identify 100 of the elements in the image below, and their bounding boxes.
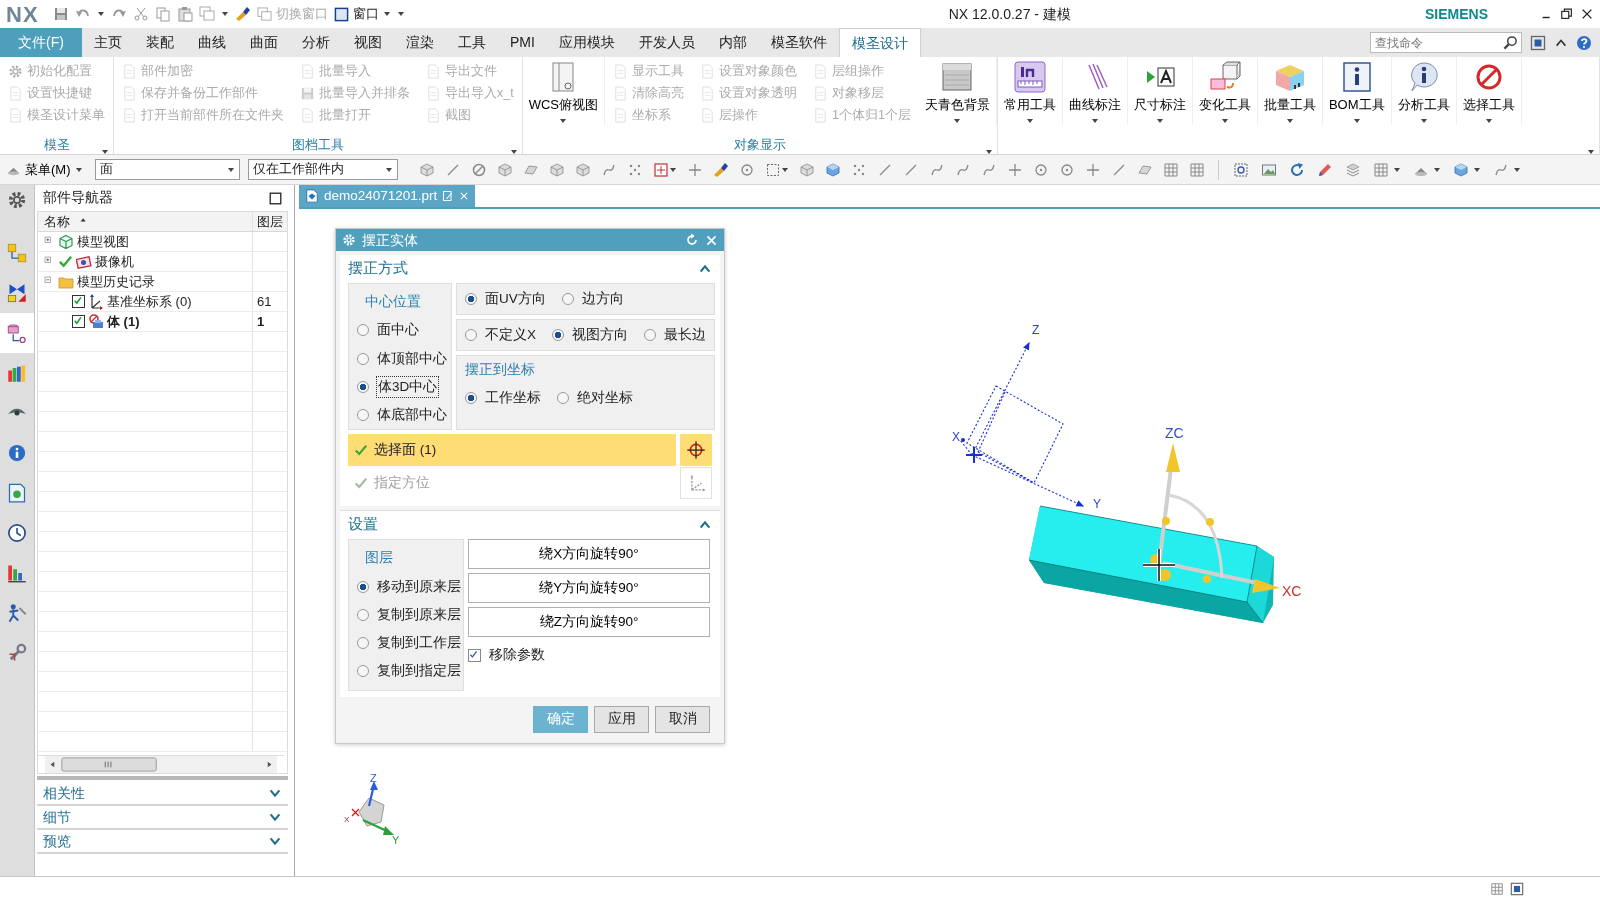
tree-item[interactable]: 基准坐标系 (0) bbox=[107, 291, 192, 312]
resource-tab[interactable] bbox=[0, 313, 34, 353]
checkbox[interactable] bbox=[72, 315, 85, 328]
dashed-square-icon[interactable] bbox=[764, 161, 781, 178]
cube-icon[interactable] bbox=[418, 161, 435, 178]
refresh-icon[interactable] bbox=[1288, 161, 1305, 178]
menu-tab[interactable]: 开发人员 bbox=[626, 28, 707, 57]
selection-step[interactable]: 选择面 (1) bbox=[348, 434, 676, 467]
circle-icon[interactable] bbox=[1058, 161, 1075, 178]
cube-icon[interactable] bbox=[574, 161, 591, 178]
save-icon[interactable] bbox=[300, 85, 315, 101]
radio-label[interactable]: 不定义X bbox=[485, 324, 536, 346]
caret-icon[interactable] bbox=[1512, 165, 1521, 174]
radio-button[interactable] bbox=[465, 293, 477, 305]
caret-icon[interactable] bbox=[1432, 165, 1441, 174]
radio-button[interactable] bbox=[552, 329, 564, 341]
radio-label[interactable]: 边方向 bbox=[581, 288, 624, 310]
radio-label[interactable]: 视图方向 bbox=[572, 324, 628, 346]
menu-tab[interactable]: 工具 bbox=[446, 28, 498, 57]
caret-icon[interactable] bbox=[220, 10, 229, 18]
snap-icon[interactable] bbox=[652, 161, 669, 178]
search-icon[interactable] bbox=[1503, 35, 1518, 50]
radio-button[interactable] bbox=[557, 392, 569, 405]
menu-tab[interactable]: 分析 bbox=[290, 28, 342, 57]
radio-button[interactable] bbox=[644, 329, 656, 341]
radio-button[interactable] bbox=[357, 380, 369, 393]
cube-icon[interactable] bbox=[824, 161, 841, 178]
ribbon-button[interactable]: 变化工具 bbox=[1192, 57, 1258, 125]
radio-button[interactable] bbox=[465, 392, 477, 405]
section-title[interactable]: 设置 bbox=[348, 514, 378, 537]
menu-tab[interactable]: 主页 bbox=[82, 28, 134, 57]
section-title[interactable]: 摆正方式 bbox=[348, 258, 408, 280]
caret-icon[interactable] bbox=[1392, 165, 1401, 174]
cube-icon[interactable] bbox=[548, 161, 565, 178]
rotate-button[interactable]: 绕Y方向旋转90° bbox=[468, 573, 710, 604]
plus-icon[interactable] bbox=[1084, 161, 1101, 178]
paste-icon[interactable] bbox=[176, 6, 193, 22]
settings-icon[interactable] bbox=[342, 233, 356, 247]
radio-button[interactable] bbox=[357, 665, 369, 678]
windows-icon[interactable] bbox=[198, 6, 215, 22]
radio-label[interactable]: 移动到原来层 bbox=[377, 576, 461, 597]
tree-item[interactable]: 摄像机 bbox=[95, 251, 134, 272]
circle-icon[interactable] bbox=[1032, 161, 1049, 178]
radio-label[interactable]: 体3D中心 bbox=[377, 376, 439, 397]
menu-tab[interactable]: 内部 bbox=[706, 28, 759, 57]
ribbon-button[interactable]: 常用工具 bbox=[997, 57, 1063, 125]
grid-icon[interactable] bbox=[1188, 161, 1205, 178]
plus-icon[interactable] bbox=[1006, 161, 1023, 178]
quick-access-item[interactable]: 窗口 bbox=[352, 4, 379, 24]
grid-icon[interactable] bbox=[1490, 881, 1504, 896]
pencil-icon[interactable] bbox=[1316, 161, 1333, 178]
reset-icon[interactable] bbox=[685, 233, 699, 247]
ribbon-button[interactable]: BOM工具 bbox=[1322, 57, 1392, 125]
checkbox[interactable] bbox=[468, 648, 481, 662]
tree-item[interactable]: 体 (1) bbox=[107, 311, 140, 332]
cube-icon[interactable] bbox=[496, 161, 513, 178]
caret-icon[interactable] bbox=[668, 165, 677, 174]
radio-label[interactable]: 工作坐标 bbox=[485, 388, 541, 409]
menu-tab[interactable]: PMI bbox=[498, 28, 547, 57]
maximize-icon[interactable] bbox=[269, 191, 282, 205]
window-icon[interactable] bbox=[1510, 881, 1524, 896]
radio-button[interactable] bbox=[357, 637, 369, 650]
tree-item[interactable]: 模型视图 bbox=[77, 231, 129, 252]
menu-tab[interactable]: 渲染 bbox=[394, 28, 446, 57]
menu-tab[interactable]: 视图 bbox=[342, 28, 394, 57]
search-field[interactable]: 查找命令 bbox=[1370, 32, 1522, 53]
radio-button[interactable] bbox=[357, 352, 369, 365]
crosshair-button[interactable] bbox=[680, 434, 712, 467]
menu-tab[interactable]: 装配 bbox=[134, 28, 186, 57]
zoom-box-icon[interactable] bbox=[1232, 161, 1249, 178]
caret-icon[interactable] bbox=[96, 10, 105, 18]
checkbox-label[interactable]: 移除参数 bbox=[489, 645, 545, 666]
radio-label[interactable]: 复制到指定层 bbox=[377, 661, 461, 682]
radio-label[interactable]: 体顶部中心 bbox=[377, 348, 447, 369]
menu-button[interactable]: 菜单(M) bbox=[6, 159, 83, 180]
close-icon[interactable] bbox=[1580, 7, 1594, 21]
radio-label[interactable]: 复制到工作层 bbox=[377, 633, 461, 654]
ribbon-button[interactable]: 批量工具 bbox=[1257, 57, 1323, 125]
window-icon[interactable] bbox=[333, 6, 349, 22]
radio-button[interactable] bbox=[465, 329, 477, 341]
radio-label[interactable]: 最长边 bbox=[664, 324, 706, 346]
radio-button[interactable] bbox=[357, 580, 369, 593]
scope-filter-dropdown[interactable]: 仅在工作部件内 bbox=[247, 159, 398, 180]
brush-icon[interactable] bbox=[234, 6, 251, 22]
menu-tab[interactable]: 模圣设计 bbox=[838, 28, 921, 57]
radio-label[interactable]: 体底部中心 bbox=[377, 405, 447, 426]
ribbon-button[interactable]: 选择工具 bbox=[1456, 57, 1522, 125]
menu-tab[interactable]: 模圣软件 bbox=[758, 28, 839, 57]
save-icon[interactable] bbox=[52, 6, 69, 22]
radio-button[interactable] bbox=[561, 293, 574, 305]
circle-icon[interactable] bbox=[738, 161, 755, 178]
caret-icon[interactable] bbox=[780, 165, 789, 174]
horizontal-scrollbar[interactable] bbox=[38, 755, 284, 773]
caret-icon[interactable] bbox=[1472, 165, 1481, 174]
radio-label[interactable]: 绝对坐标 bbox=[577, 388, 633, 409]
layers-icon[interactable] bbox=[1344, 161, 1361, 178]
column-header[interactable]: 名称 bbox=[44, 212, 70, 232]
prohibited-icon[interactable] bbox=[470, 161, 487, 178]
radio-button[interactable] bbox=[357, 409, 369, 422]
column-header[interactable]: 图层 bbox=[257, 212, 283, 232]
